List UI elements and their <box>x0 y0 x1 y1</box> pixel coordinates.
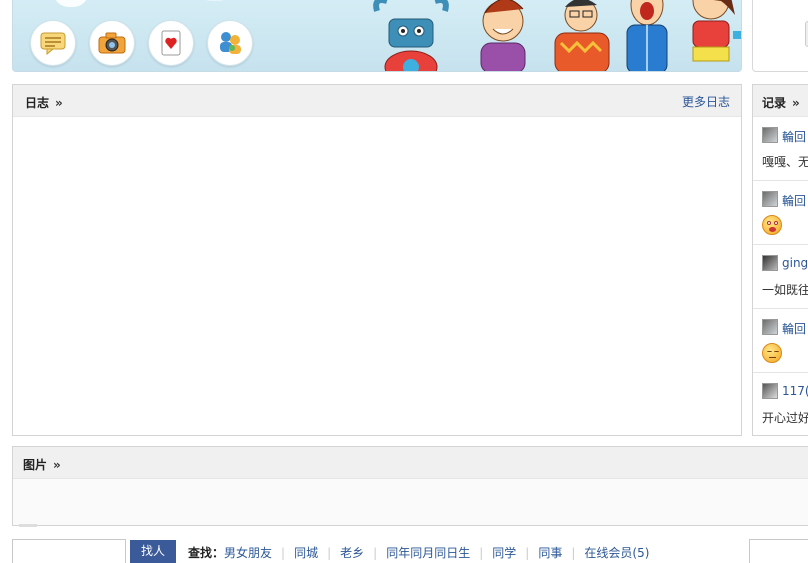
diary-panel-header: 日志 » 更多日志 <box>13 85 741 117</box>
chat-icon <box>40 32 66 55</box>
photos-panel-header: 图片 » <box>13 447 808 479</box>
record-item: 輪回 <box>753 309 808 373</box>
record-user-name[interactable]: 117( <box>782 384 808 398</box>
double-chevron-icon: » <box>792 96 800 110</box>
records-panel-header: 记录 » <box>753 85 808 117</box>
card-game-app-icon[interactable] <box>148 20 194 66</box>
divider: | <box>281 546 286 560</box>
avatar[interactable] <box>762 319 778 335</box>
side-banner-fragment <box>752 0 808 72</box>
divider: | <box>479 546 484 560</box>
find-link-same-birthday[interactable]: 同年同月同日生 <box>386 546 470 560</box>
record-text: 嘎嘎、无 <box>762 155 808 169</box>
camera-icon <box>98 32 126 54</box>
records-panel: 记录 » 輪回 嘎嘎、无 輪回 ging 一如既往 輪回 117( 开心过好 <box>752 84 808 436</box>
avatar[interactable] <box>762 383 778 399</box>
photo-scroll-indicator[interactable] <box>19 524 37 527</box>
record-item: 117( 开心过好 <box>753 373 808 435</box>
record-text: 一如既往 <box>762 283 808 297</box>
avatar[interactable] <box>762 127 778 143</box>
record-text: 开心过好 <box>762 411 808 425</box>
diary-panel-title[interactable]: 日志 » <box>25 94 63 111</box>
sleepy-emoji-icon <box>762 343 782 363</box>
find-link-online-members[interactable]: 在线会员(5) <box>584 546 649 560</box>
divider: | <box>571 546 576 560</box>
shocked-emoji-icon <box>762 215 782 235</box>
find-links-row: 查找：男女朋友 | 同城 | 老乡 | 同年同月同日生 | 同学 | 同事 | 在线会员(5) <box>188 544 649 561</box>
record-user-name[interactable]: 輪回 <box>782 128 806 145</box>
avatar[interactable] <box>762 255 778 271</box>
record-user-name[interactable]: 輪回 <box>782 320 806 337</box>
double-chevron-icon: » <box>55 96 63 110</box>
more-diary-link[interactable]: 更多日志 <box>682 93 730 110</box>
side-input-fragment[interactable] <box>749 539 808 563</box>
diary-title-text: 日志 <box>25 96 50 110</box>
records-panel-title[interactable]: 记录 » <box>762 94 800 111</box>
search-input[interactable] <box>12 539 126 563</box>
find-link-colleagues[interactable]: 同事 <box>538 546 562 560</box>
photos-title-text: 图片 <box>23 458 48 472</box>
friends-app-icon[interactable] <box>207 20 253 66</box>
photos-panel: 图片 » <box>12 446 808 527</box>
find-label: 查找： <box>188 546 225 560</box>
find-link-partner[interactable]: 男女朋友 <box>224 546 272 560</box>
records-title-text: 记录 <box>762 96 787 110</box>
diary-panel: 日志 » 更多日志 <box>12 84 742 436</box>
cartoon-characters-illustration <box>373 0 741 71</box>
find-link-classmates[interactable]: 同学 <box>492 546 516 560</box>
record-item: 輪回 <box>753 181 808 245</box>
record-item: ging 一如既往 <box>753 245 808 309</box>
divider: | <box>327 546 332 560</box>
avatar[interactable] <box>762 191 778 207</box>
people-icon <box>220 32 241 54</box>
record-item: 輪回 嘎嘎、无 <box>753 117 808 181</box>
record-user-name[interactable]: ging <box>782 256 808 270</box>
find-people-button[interactable]: 找人 <box>130 540 176 563</box>
divider: | <box>373 546 378 560</box>
find-link-same-city[interactable]: 同城 <box>294 546 318 560</box>
playing-card-icon <box>161 30 181 56</box>
divider: | <box>525 546 530 560</box>
record-user-name[interactable]: 輪回 <box>782 192 806 209</box>
message-app-icon[interactable] <box>30 20 76 66</box>
find-link-hometown[interactable]: 老乡 <box>340 546 364 560</box>
camera-app-icon[interactable] <box>89 20 135 66</box>
double-chevron-icon: » <box>53 458 61 472</box>
app-banner <box>12 0 742 72</box>
photos-panel-title[interactable]: 图片 » <box>23 456 61 473</box>
